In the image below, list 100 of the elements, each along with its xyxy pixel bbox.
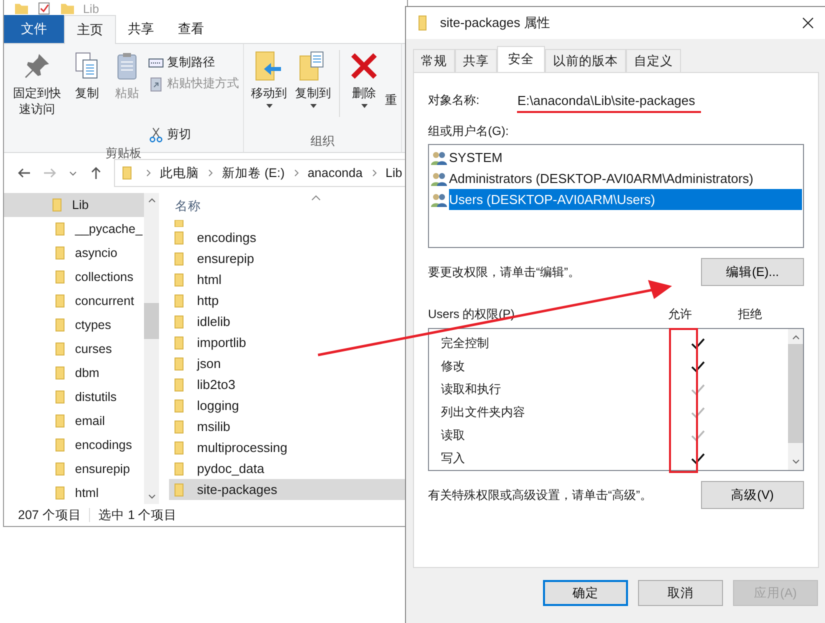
close-icon[interactable] [802,17,814,29]
dialog-button[interactable]: 取消 [638,580,723,606]
folder-name: html [75,486,99,500]
advanced-button[interactable]: 高级(V) [701,481,804,509]
file-item[interactable]: logging [169,395,407,416]
caret-icon [310,104,316,108]
hint-text: 有关特殊权限或高级设置，请单击“高级”。 [428,486,652,504]
tab[interactable]: 以前的版本 [545,49,626,72]
file-item[interactable]: json [169,353,407,374]
breadcrumb[interactable]: anaconda [308,166,363,180]
checkbox-icon[interactable] [37,2,52,15]
ribbon-tab[interactable]: 查看 [166,15,216,43]
scrollbar[interactable] [788,329,803,470]
column-header[interactable]: 名称 [175,198,201,214]
file-item[interactable]: site-packages [169,479,407,500]
chevron-icon [146,169,151,177]
file-item[interactable]: multiprocessing [169,437,407,458]
scroll-thumb[interactable] [788,344,803,443]
file-item[interactable]: ensurepip [169,248,407,269]
user-item[interactable]: Administrators (DESKTOP-AVI0ARM\Administrators) [449,168,802,189]
tree-item[interactable]: dbm [4,361,144,385]
users-icon [430,192,448,208]
address-bar[interactable]: 此电脑 新加卷 (E:) anaconda Lib [114,159,407,187]
move-to-button[interactable]: 移动到 [248,48,290,133]
dialog-button[interactable]: 确定 [543,580,628,606]
tree-item[interactable]: encodings [4,433,144,457]
file-item[interactable]: lib2to3 [169,374,407,395]
folder-name: collections [75,270,134,284]
file-item[interactable]: http [169,290,407,311]
scissors-icon [148,126,164,142]
tab[interactable]: 常规 [413,49,455,72]
permission-name: 写入 [440,450,466,467]
tree-item[interactable]: ctypes [4,313,144,337]
folder-name: pydoc_data [197,461,264,476]
file-item[interactable]: encodings [169,227,407,248]
breadcrumb[interactable]: 新加卷 (E:) [222,164,285,182]
scroll-up-icon[interactable] [792,335,800,340]
tab[interactable]: 自定义 [626,49,681,72]
tree-item[interactable]: collections [4,265,144,289]
scroll-down-icon[interactable] [148,494,156,499]
dialog-title: site-packages 属性 [440,14,551,32]
tree-item[interactable]: distutils [4,385,144,409]
cut-button[interactable]: 剪切 [148,124,239,145]
users-icon [430,150,448,166]
caret-icon [360,104,368,108]
tree-item[interactable]: __pycache_ [4,217,144,241]
breadcrumb[interactable]: 此电脑 [160,164,199,182]
tab[interactable]: 安全 [497,46,545,72]
pin-button[interactable]: 固定到快速访问 [8,48,66,145]
sort-icon [311,195,321,201]
item-count: 207 个项目 [18,506,82,524]
edit-button[interactable]: 编辑(E)... [701,258,804,286]
folder-name: importlib [197,335,246,350]
file-item[interactable]: importlib [169,332,407,353]
copy-path-button[interactable]: 复制路径 [148,52,239,73]
scrollbar[interactable] [144,193,159,504]
folder-name: lib2to3 [197,377,236,392]
file-item[interactable]: msilib [169,416,407,437]
group-label: 剪贴板 [104,145,142,162]
user-list[interactable]: SYSTEM Administrators (DESKTOP-AVI0ARM\Administrators) Users (DESKTOP-AVI0ARM\Users) [428,144,804,248]
ribbon-tab[interactable]: 共享 [116,15,166,43]
user-item[interactable]: SYSTEM [449,147,802,168]
tree-item[interactable]: curses [4,337,144,361]
user-item[interactable]: Users (DESKTOP-AVI0ARM\Users) [449,189,802,210]
hint-text: 要更改权限，请单击“编辑”。 [428,264,580,280]
tree-item[interactable]: concurrent [4,289,144,313]
copy-button[interactable]: 复制 [68,48,106,145]
folder-name: idlelib [197,314,230,329]
scroll-thumb[interactable] [144,303,159,339]
selection-count: 选中 1 个项目 [98,506,178,524]
ribbon-tab[interactable]: 主页 [64,15,116,44]
ribbon-tab[interactable]: 文件 [4,15,64,43]
tab[interactable]: 共享 [455,49,497,72]
copy-to-button[interactable]: 复制到 [292,48,334,133]
file-item[interactable]: pydoc_data [169,458,407,479]
tree-item[interactable]: html [4,481,144,504]
folder-name: ctypes [75,318,112,332]
caret-icon [266,104,272,108]
window-title: Lib [83,3,100,15]
folder-name: concurrent [75,294,134,308]
file-item[interactable]: idlelib [169,311,407,332]
tree-item[interactable]: Lib [4,193,144,217]
field-label: 对象名称: [428,92,480,108]
folder-icon [60,2,75,15]
delete-button[interactable]: 删除 [345,48,383,133]
folder-name: multiprocessing [197,440,288,455]
folder-name: logging [197,398,239,413]
scroll-up-icon[interactable] [148,198,156,203]
permission-name: 读取和执行 [440,381,502,398]
folder-name: ensurepip [197,251,254,266]
shortcut-icon [148,76,164,92]
file-item[interactable]: html [169,269,407,290]
chevron-icon [372,169,377,177]
scroll-down-icon[interactable] [792,459,800,464]
breadcrumb[interactable]: Lib [386,166,402,180]
tree-item[interactable]: ensurepip [4,457,144,481]
permission-name: 读取 [440,427,466,444]
column-header: 允许 [668,306,693,322]
tree-item[interactable]: asyncio [4,241,144,265]
tree-item[interactable]: email [4,409,144,433]
